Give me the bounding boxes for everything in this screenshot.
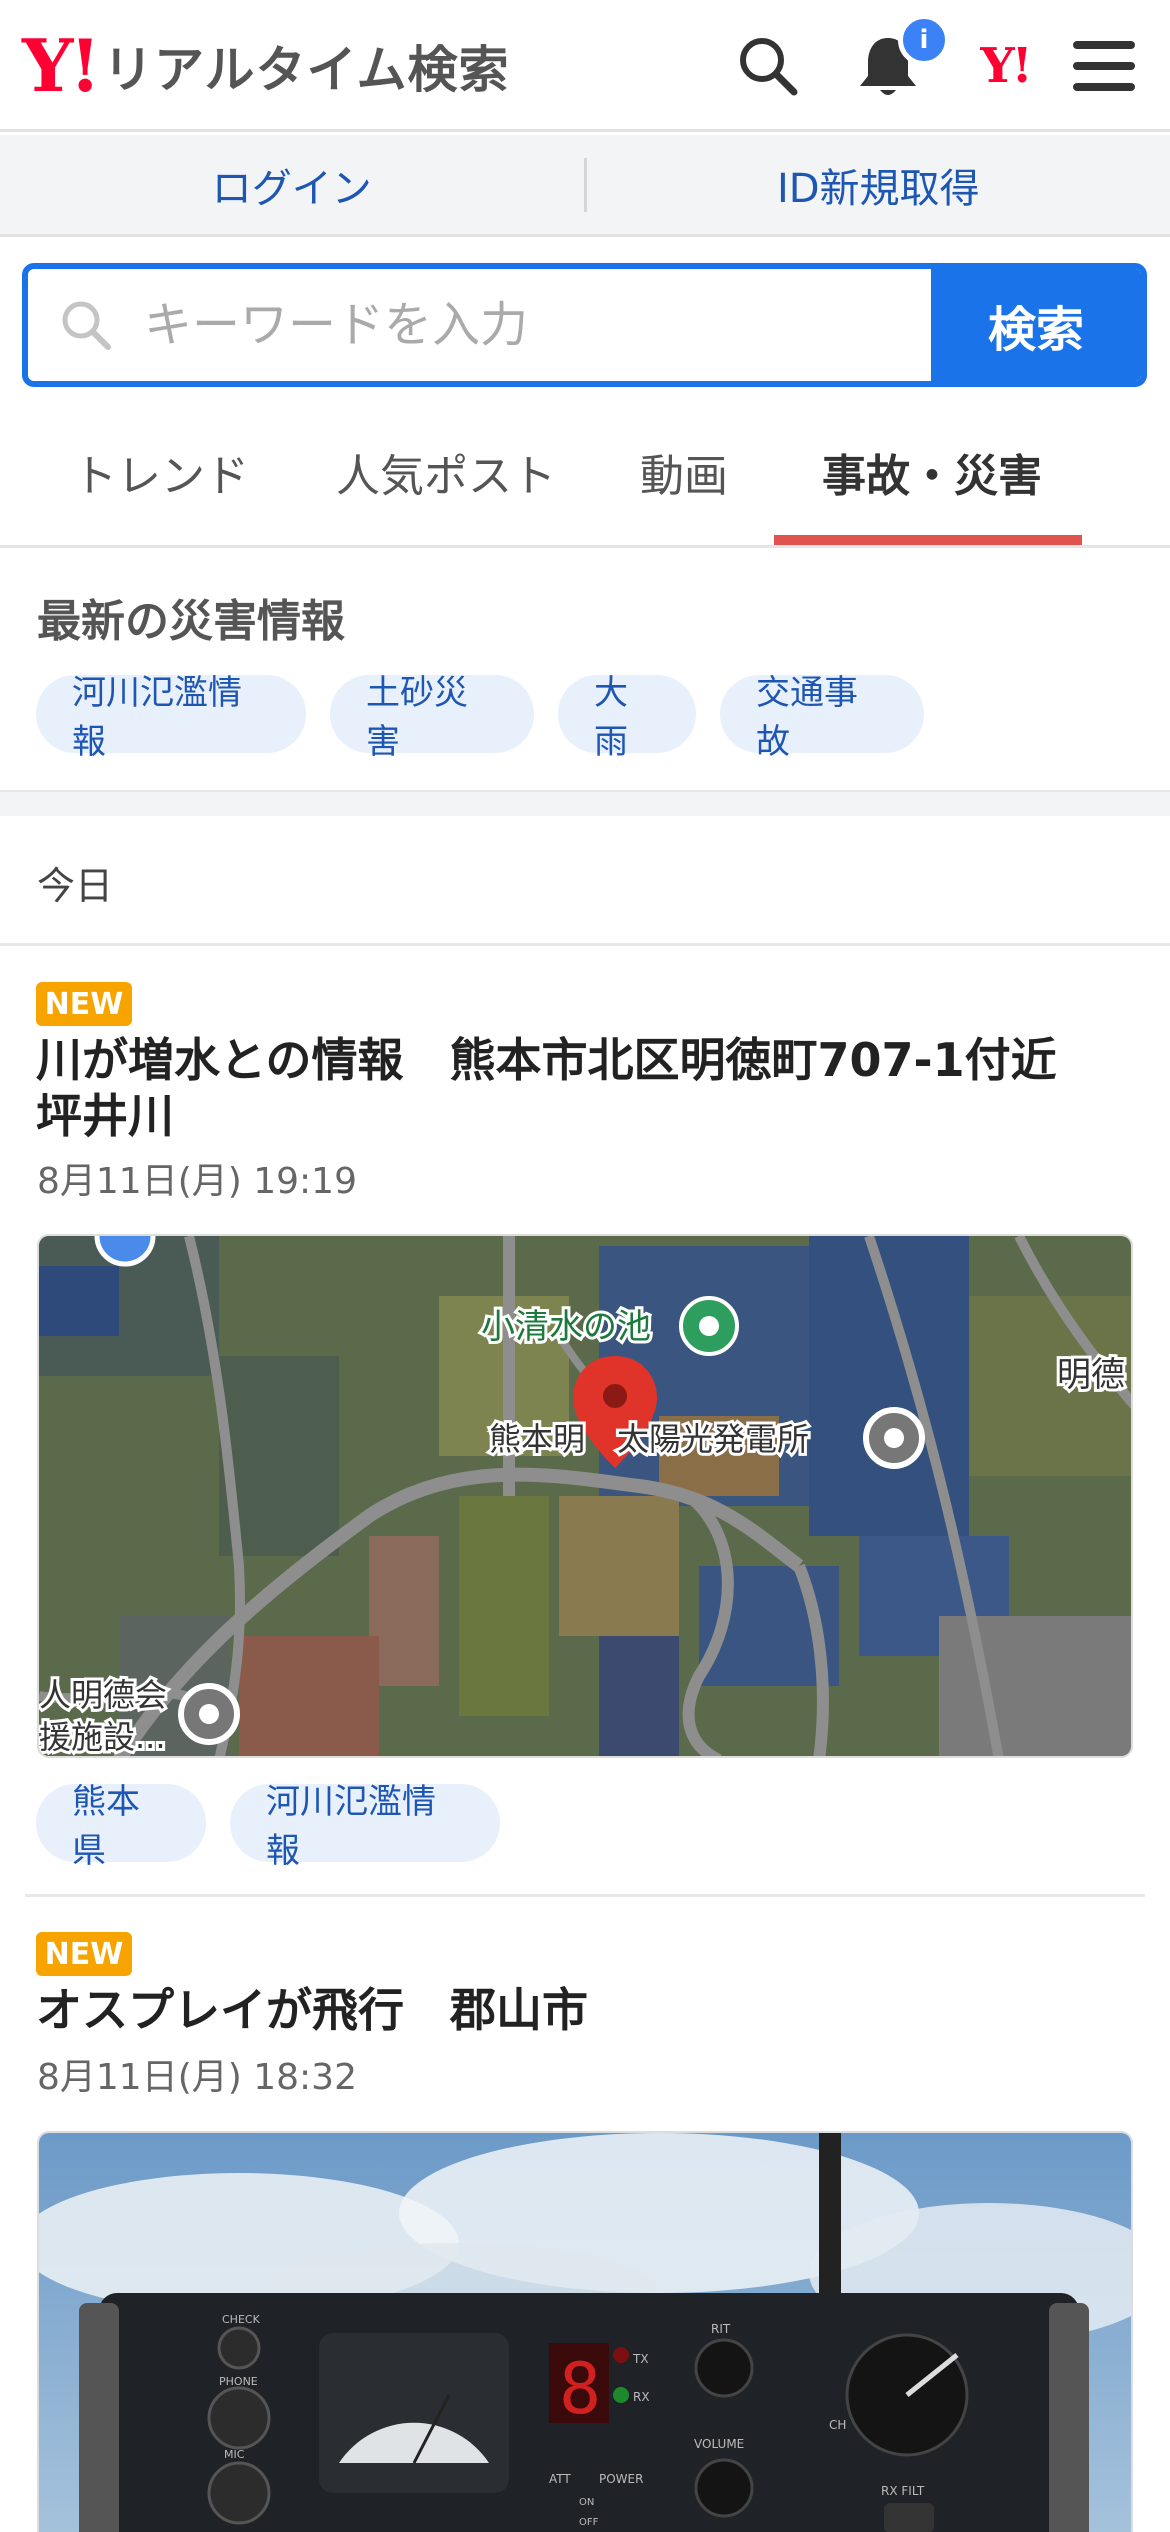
chip-river-flood[interactable]: 河川氾濫情報: [36, 673, 306, 762]
tab-accidents-disasters[interactable]: 事故・災害: [822, 440, 1042, 504]
device-label-rit: RIT: [711, 2322, 731, 2336]
tag-river-flood[interactable]: 河川氾濫情報: [230, 1782, 500, 1871]
new-badge: NEW: [36, 1932, 132, 1976]
yahoo-realtime-logo[interactable]: Y! リアルタイム検索: [22, 28, 510, 104]
article-title[interactable]: オスプレイが飛行 郡山市: [36, 1982, 1136, 2038]
section-divider: [0, 790, 1170, 816]
article-title[interactable]: 川が増水との情報 熊本市北区明徳町707-1付近 坪井川: [36, 1032, 1136, 1144]
app-header: Y! リアルタイム検索 i Y!: [0, 0, 1170, 132]
device-label-ch: CH: [829, 2418, 846, 2432]
active-tab-indicator: [774, 535, 1082, 545]
notification-badge[interactable]: i: [898, 14, 950, 66]
device-label-phone: PHONE: [219, 2375, 258, 2388]
map-label-solar: 熊本明 太陽光発電所: [489, 1420, 809, 1458]
search-button[interactable]: 検索: [931, 269, 1141, 381]
search-field-icon: [62, 301, 111, 350]
device-label-power: POWER: [599, 2472, 643, 2486]
tab-videos[interactable]: 動画: [640, 440, 728, 504]
device-label-off: OFF: [579, 2517, 599, 2528]
login-link[interactable]: ログイン: [0, 135, 584, 234]
map-label-right: 明德: [1057, 1355, 1125, 1395]
yahoo-japan-icon[interactable]: Y!: [965, 26, 1045, 106]
tab-trend[interactable]: トレンド: [73, 440, 249, 504]
search-field[interactable]: [28, 269, 931, 381]
register-link[interactable]: ID新規取得: [587, 135, 1170, 234]
device-label-att: ATT: [549, 2472, 571, 2486]
search-form: 検索: [22, 263, 1147, 387]
chip-heavy-rain[interactable]: 大雨: [558, 673, 696, 762]
chip-landslide[interactable]: 土砂災害: [330, 673, 534, 762]
map-label-pond: 小清水の池: [481, 1307, 651, 1347]
device-label-mic: MIC: [224, 2448, 245, 2461]
device-digit: 8: [559, 2348, 601, 2430]
device-label-rx-filt: RX FILT: [881, 2484, 925, 2498]
tab-popular-posts[interactable]: 人気ポスト: [336, 440, 556, 504]
device-label-on: ON: [579, 2497, 594, 2508]
chip-traffic-accident[interactable]: 交通事故: [720, 673, 924, 762]
tag-kumamoto[interactable]: 熊本県: [36, 1782, 206, 1871]
article-map-image[interactable]: 小清水の池 熊本明 太陽光発電所 明德 人明德会 援施設...: [37, 1234, 1133, 1758]
yahoo-logo-mark: Y!: [22, 23, 101, 108]
divider: [0, 943, 1170, 946]
day-label: 今日: [37, 864, 114, 908]
new-badge: NEW: [36, 982, 132, 1026]
article-date: 8月11日(月) 18:32: [37, 2057, 357, 2098]
divider: [25, 1894, 1145, 1897]
search-icon[interactable]: [728, 26, 808, 106]
map-label-facility-2: 援施設...: [39, 1718, 166, 1756]
disaster-info-title: 最新の災害情報: [37, 596, 345, 647]
hamburger-menu-icon[interactable]: [1064, 26, 1144, 106]
yj-mark: Y!: [980, 38, 1032, 94]
logo-text: リアルタイム検索: [103, 41, 510, 99]
category-tabs: トレンド 人気ポスト 動画 事故・災害: [0, 400, 1170, 548]
device-label-check: CHECK: [222, 2313, 261, 2326]
auth-bar: ログイン ID新規取得: [0, 135, 1170, 237]
device-label-rx: RX: [633, 2390, 650, 2404]
article-date: 8月11日(月) 19:19: [37, 1161, 357, 1202]
map-label-facility-1: 人明德会: [39, 1676, 167, 1714]
device-label-tx: TX: [632, 2352, 649, 2366]
device-label-volume: VOLUME: [694, 2437, 744, 2451]
search-input[interactable]: [144, 297, 904, 353]
article-photo[interactable]: 8 TX RX CHECK PHONE MIC RIT VOLUME ATT P…: [37, 2131, 1133, 2532]
